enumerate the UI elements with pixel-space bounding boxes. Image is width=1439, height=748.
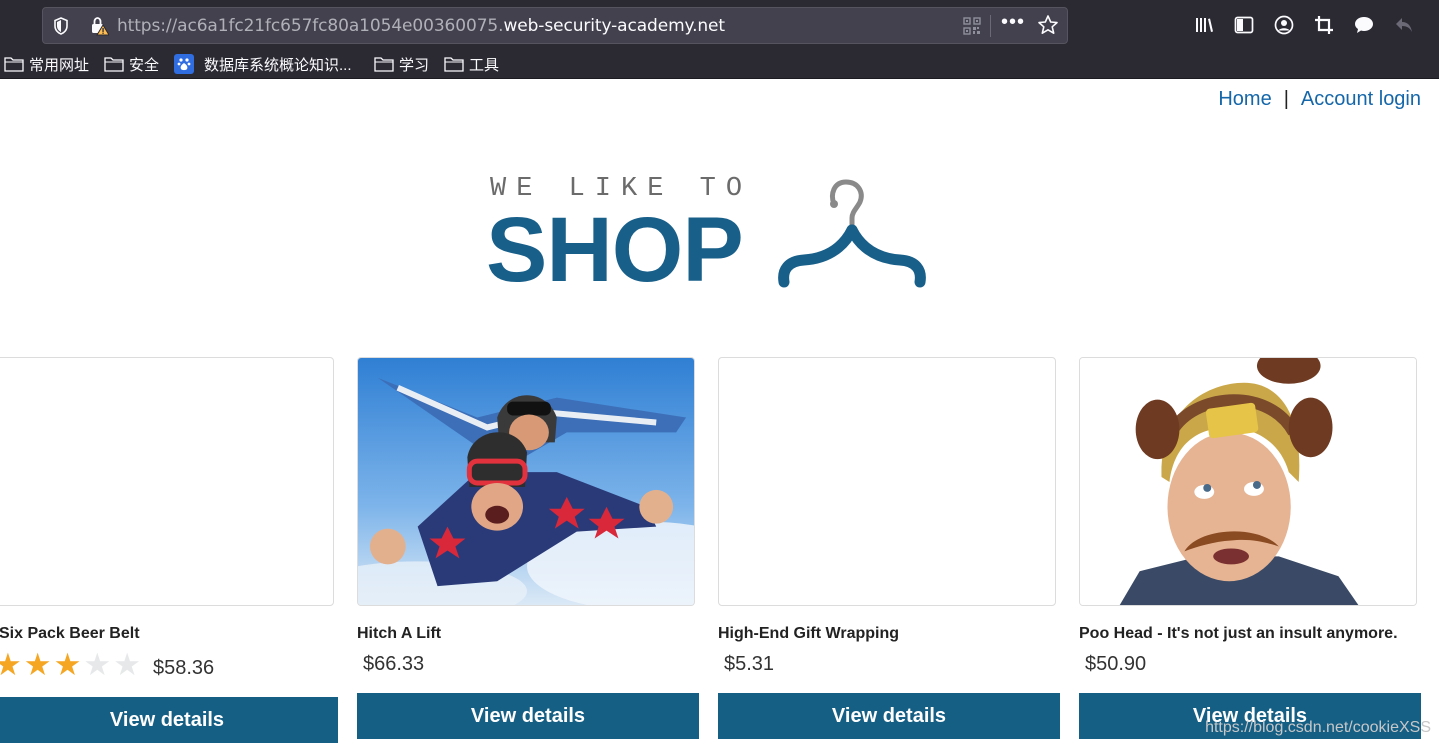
bookmark-item[interactable]: 常用网址 bbox=[4, 54, 89, 74]
star-empty-icon: ★ bbox=[83, 647, 112, 682]
bookmark-label: 安全 bbox=[129, 56, 160, 74]
view-details-button[interactable]: View details bbox=[357, 693, 699, 739]
product-price: $5.31 bbox=[724, 653, 775, 675]
product-name: Hitch A Lift bbox=[357, 625, 442, 642]
rating-stars: ★ ★ ★ ★ ★ bbox=[0, 647, 143, 682]
account-login-link[interactable]: Account login bbox=[1301, 88, 1421, 110]
account-icon[interactable] bbox=[1273, 14, 1295, 36]
bookmark-label: 工具 bbox=[469, 56, 500, 74]
product-name: Six Pack Beer Belt bbox=[0, 625, 140, 642]
bookmark-item[interactable]: 数据库系统概论知识... bbox=[174, 54, 352, 74]
product-price: $50.90 bbox=[1085, 653, 1147, 675]
star-filled-icon: ★ bbox=[23, 647, 52, 682]
coat-hanger-icon bbox=[778, 179, 926, 288]
top-nav: Home | Account login bbox=[1218, 88, 1421, 111]
bookmark-item[interactable]: 工具 bbox=[444, 54, 499, 74]
url-host: web-security-academy.net bbox=[503, 16, 725, 36]
bookmark-label: 常用网址 bbox=[29, 56, 90, 74]
folder-icon bbox=[104, 57, 124, 72]
library-icon[interactable] bbox=[1193, 14, 1215, 36]
baidu-icon bbox=[174, 54, 194, 74]
home-link[interactable]: Home bbox=[1218, 88, 1271, 110]
logo-wordmark: SHOP bbox=[486, 199, 744, 301]
watermark-text: https://blog.csdn.net/cookieXSS bbox=[1205, 719, 1431, 736]
url-path: https://ac6a1fc21fc657fc80a1054e00360075… bbox=[117, 16, 504, 36]
shop-logo[interactable]: WE LIKE TO SHOP bbox=[486, 172, 936, 302]
skydivers-photo bbox=[358, 358, 694, 605]
folder-icon bbox=[4, 57, 24, 72]
browser-toolbar: https://ac6a1fc21fc657fc80a1054e00360075… bbox=[0, 0, 1439, 50]
product-name: Poo Head - It's not just an insult anymo… bbox=[1079, 625, 1398, 642]
nav-separator: | bbox=[1283, 88, 1289, 110]
page-actions-icon[interactable]: ••• bbox=[1001, 11, 1025, 34]
screenshot-crop-icon[interactable] bbox=[1313, 14, 1335, 36]
star-empty-icon: ★ bbox=[113, 647, 141, 682]
poo-head-photo bbox=[1080, 358, 1416, 605]
qr-code-icon[interactable] bbox=[963, 17, 981, 35]
product-image[interactable] bbox=[0, 357, 334, 606]
bookmark-item[interactable]: 学习 bbox=[374, 54, 429, 74]
star-filled-icon: ★ bbox=[0, 647, 22, 682]
folder-icon bbox=[374, 57, 394, 72]
back-arrow-icon[interactable] bbox=[1393, 14, 1415, 36]
chat-bubble-icon[interactable] bbox=[1353, 14, 1375, 36]
url-text[interactable]: https://ac6a1fc21fc657fc80a1054e00360075… bbox=[117, 16, 725, 36]
product-image[interactable] bbox=[357, 357, 695, 606]
star-filled-icon: ★ bbox=[53, 647, 82, 682]
bookmark-label: 学习 bbox=[399, 56, 430, 74]
product-price: $58.36 bbox=[153, 657, 215, 679]
bookmarks-bar: 常用网址 安全 数据库系统概论知识... 学习 工具 bbox=[0, 50, 1439, 79]
product-name: High-End Gift Wrapping bbox=[718, 625, 900, 642]
folder-icon bbox=[444, 57, 464, 72]
sidebar-icon[interactable] bbox=[1233, 14, 1255, 36]
bookmark-label: 数据库系统概论知识... bbox=[204, 56, 352, 74]
view-details-button[interactable]: View details bbox=[0, 697, 338, 743]
product-image[interactable] bbox=[1079, 357, 1417, 606]
view-details-button[interactable]: View details bbox=[718, 693, 1060, 739]
bookmark-star-icon[interactable] bbox=[1037, 14, 1059, 36]
bookmark-item[interactable]: 安全 bbox=[104, 54, 159, 74]
address-bar[interactable]: https://ac6a1fc21fc657fc80a1054e00360075… bbox=[42, 7, 1068, 44]
product-image[interactable] bbox=[718, 357, 1056, 606]
shield-icon[interactable] bbox=[53, 17, 69, 35]
insecure-lock-icon[interactable] bbox=[89, 16, 109, 36]
divider bbox=[990, 15, 991, 37]
product-price: $66.33 bbox=[363, 653, 425, 675]
